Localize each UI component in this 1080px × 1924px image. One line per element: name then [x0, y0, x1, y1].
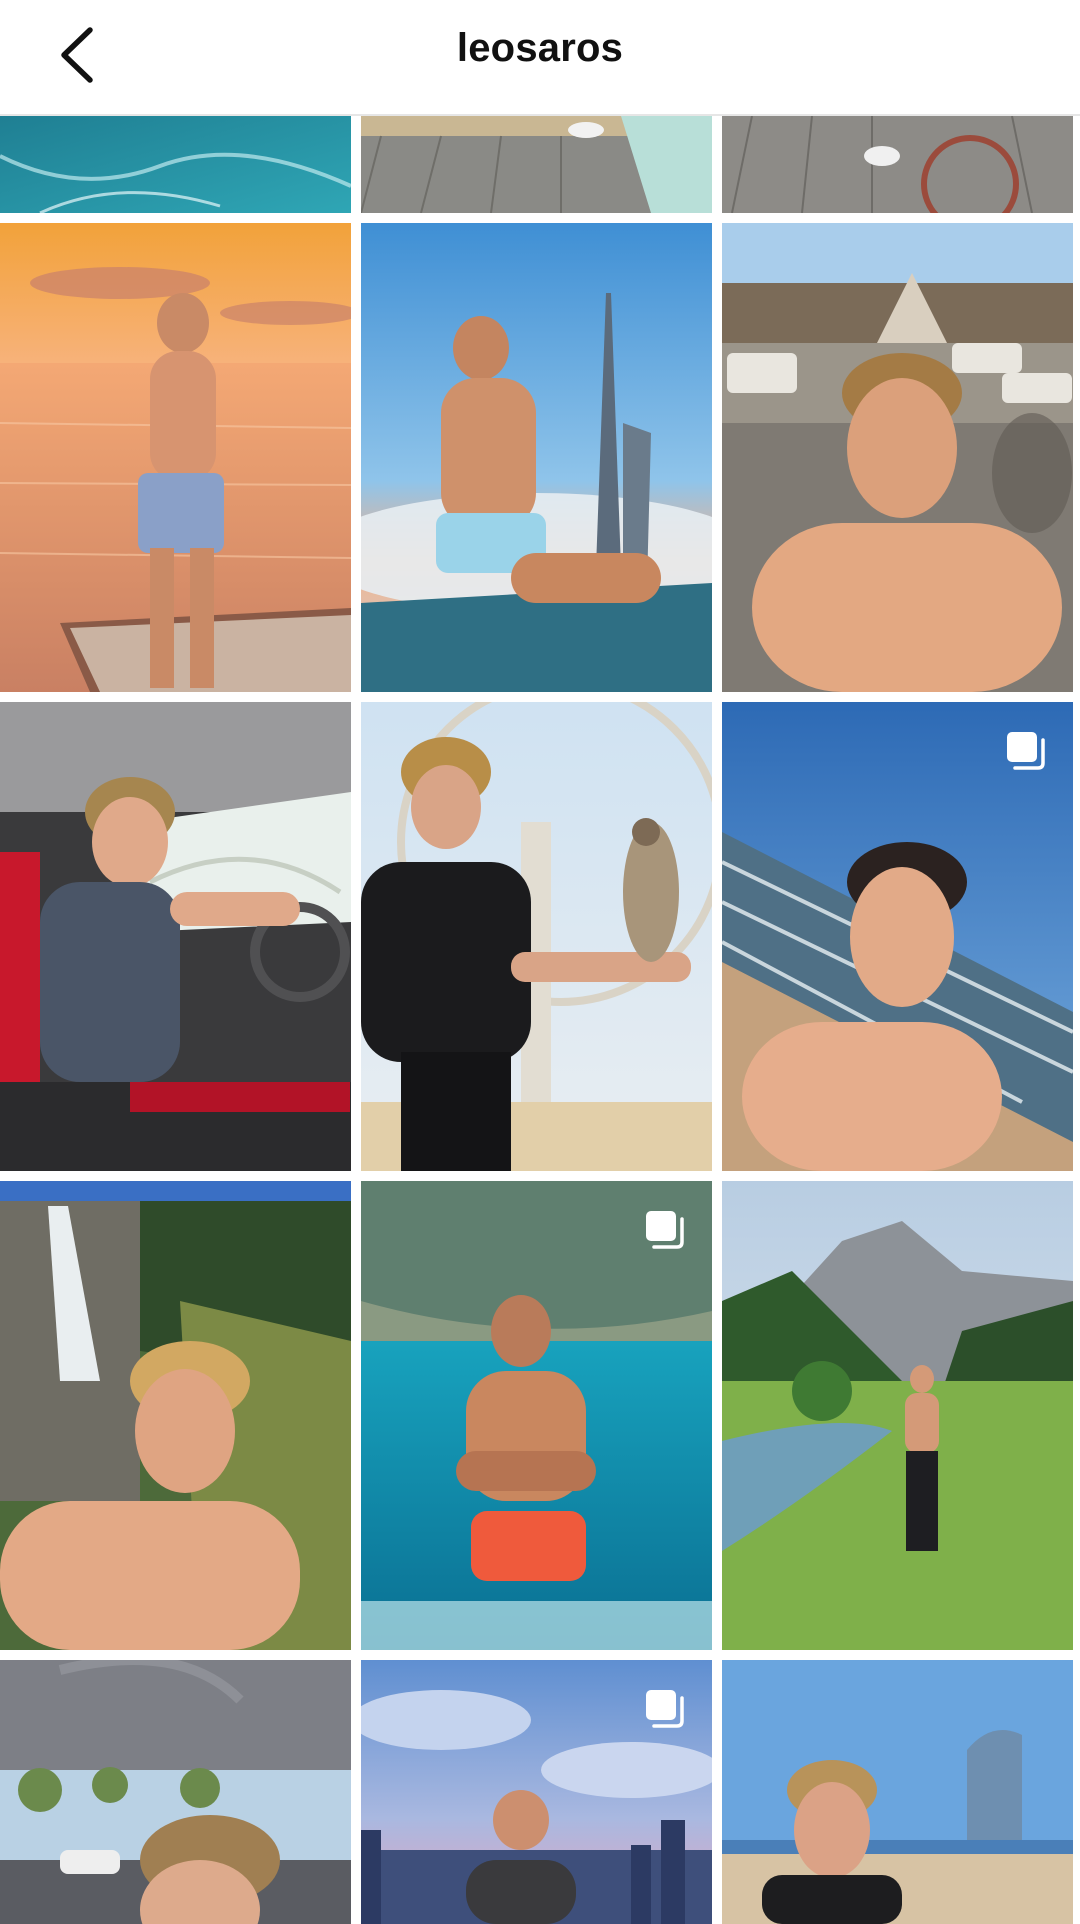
post-photo: [361, 223, 712, 692]
post-thumbnail[interactable]: [0, 116, 351, 213]
post-thumbnail[interactable]: [0, 223, 351, 692]
post-thumbnail[interactable]: [722, 223, 1073, 692]
post-photo: [361, 702, 712, 1171]
post-thumbnail[interactable]: [0, 1181, 351, 1650]
post-photo: [722, 1660, 1073, 1924]
multiple-photos-icon: [646, 1211, 684, 1249]
post-thumbnail[interactable]: [361, 116, 712, 213]
post-photo: [361, 116, 712, 213]
post-photo: [0, 223, 351, 692]
post-photo: [0, 1181, 351, 1650]
post-thumbnail[interactable]: [722, 116, 1073, 213]
multiple-photos-icon: [646, 1690, 684, 1728]
post-thumbnail[interactable]: [0, 702, 351, 1171]
post-photo: [0, 702, 351, 1171]
post-photo: [722, 116, 1073, 213]
post-thumbnail[interactable]: [361, 1181, 712, 1650]
post-thumbnail[interactable]: [361, 1660, 712, 1924]
post-photo: [361, 1181, 712, 1650]
multiple-photos-icon: [1007, 732, 1045, 770]
post-thumbnail[interactable]: [722, 1181, 1073, 1650]
post-thumbnail[interactable]: [361, 702, 712, 1171]
post-photo: [722, 223, 1073, 692]
post-photo: [0, 1660, 351, 1924]
post-thumbnail[interactable]: [361, 223, 712, 692]
post-photo: [722, 702, 1073, 1171]
post-photo: [0, 116, 351, 213]
post-thumbnail[interactable]: [0, 1660, 351, 1924]
post-thumbnail[interactable]: [722, 1660, 1073, 1924]
post-thumbnail[interactable]: [722, 702, 1073, 1171]
profile-username-title: leosaros: [456, 26, 624, 70]
top-bar: leosaros: [0, 0, 1080, 116]
post-photo: [722, 1181, 1073, 1650]
